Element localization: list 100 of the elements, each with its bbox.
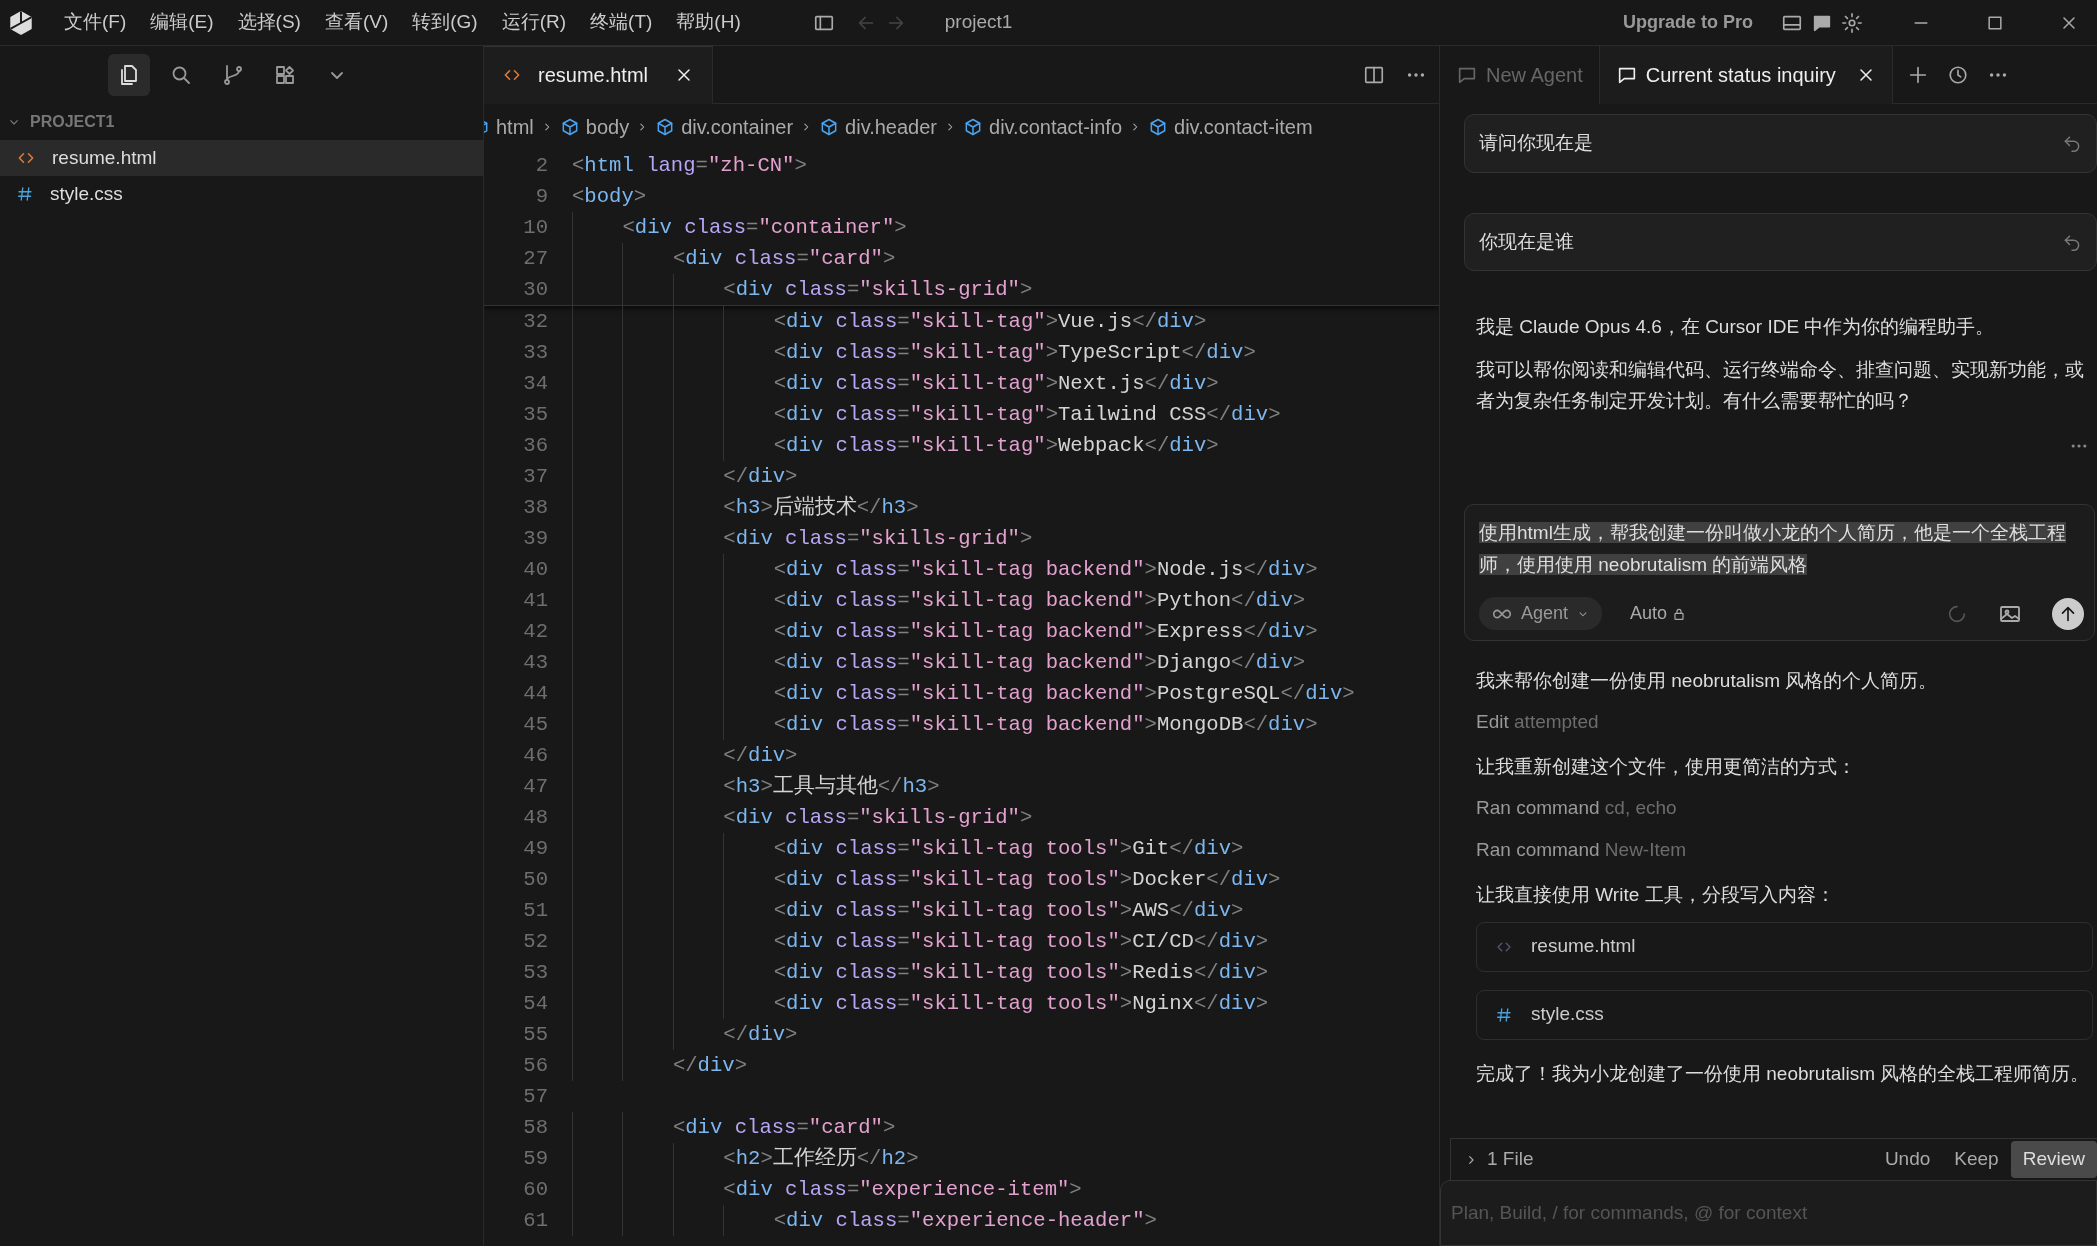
action-button[interactable]: Keep [1942,1141,2011,1178]
breadcrumb-item[interactable]: div.contact-info [963,112,1123,142]
action-button[interactable]: Undo [1872,1141,1943,1178]
tool-step[interactable]: Ran command New-Item [1476,836,1687,865]
menu-item[interactable]: 帮助(H) [664,8,753,37]
file-name: resume.html [1531,934,1636,959]
line-number: 35 [522,402,549,428]
code-line: <div class="container"> [572,212,907,243]
code-line: <h3>工具与其他</h3> [572,771,940,802]
code-line: </div> [572,1019,798,1050]
line-number: 43 [522,650,549,676]
code-line: <div class="skill-tag backend">Django</div> [572,647,1306,678]
code-line: <h3>后端技术</h3> [572,492,919,523]
line-number: 40 [522,557,549,583]
undo-icon[interactable] [2062,133,2082,154]
agent-tab[interactable]: Current status inquiry [1599,45,1893,104]
line-number: 32 [522,309,549,335]
code-line: <div class="experience-header"> [572,1205,1157,1236]
line-number: 49 [522,836,549,862]
line-number: 58 [522,1115,549,1141]
breadcrumb-item[interactable]: html [484,112,534,142]
code-line: <div class="skills-grid"> [572,523,1033,554]
code-line: <div class="skill-tag backend">Express</div> [572,616,1318,647]
folder-name[interactable]: PROJECT1 [30,110,115,134]
mode-dropdown[interactable]: Agent [1479,597,1603,630]
chat-input[interactable]: Plan, Build, / for commands, @ for context [1440,1180,2097,1246]
code-line: <div class="skill-tag tools">AWS</div> [572,895,1244,926]
line-number: 47 [522,774,549,800]
line-number: 38 [522,495,549,521]
code-line: <div class="experience-item"> [572,1174,1082,1205]
line-number: 33 [522,340,549,366]
upgrade-link[interactable]: Upgrade to Pro [1611,9,1765,36]
line-number: 46 [522,743,549,769]
menu-item[interactable]: 选择(S) [225,8,313,37]
breadcrumb-item[interactable]: div.contact-item [1148,112,1313,142]
code-line: <div class="skills-grid"> [572,802,1033,833]
app-logo [8,9,34,36]
file-item[interactable]: style.css [0,176,483,212]
code-line: <div class="skill-tag tools">Docker</div> [572,864,1281,895]
line-number: 36 [522,433,549,459]
branch-icon[interactable] [221,63,245,87]
line-number: 59 [522,1146,549,1172]
changed-files-toggle[interactable]: 1 File [1451,1141,1546,1178]
user-message: 请问你现在是 [1464,114,2097,173]
code-line: <div class="card"> [572,243,896,274]
line-number: 2 [534,153,549,179]
menu-item[interactable]: 终端(T) [578,8,665,37]
line-number: 45 [522,712,549,738]
line-number: 41 [522,588,549,614]
line-number: 39 [522,526,549,552]
code-line: <div class="card"> [572,1112,896,1143]
line-number: 44 [522,681,549,707]
action-button[interactable]: Review [2010,1141,2097,1178]
extensions-icon[interactable] [273,63,297,87]
breadcrumb-item[interactable]: div.header [819,112,937,142]
breadcrumb-item[interactable]: div.container [655,112,794,142]
assistant-text: 我来帮你创建一份使用 neobrutalism 风格的个人简历。 [1476,669,1939,693]
assistant-text: 我可以帮你阅读和编辑代码、运行终端命令、排查问题、实现新功能，或者为复杂任务制定开发计划。有什么需要帮忙的吗？ [1476,358,2085,413]
code-line: <div class="skill-tag">TypeScript</div> [572,337,1256,368]
tool-step[interactable]: Ran command cd, echo [1476,793,1677,822]
code-line: <html lang="zh-CN"> [572,153,807,179]
code-line: <div class="skill-tag">Vue.js</div> [572,306,1207,337]
project-title: project1 [944,10,1013,35]
file-name: style.css [1531,1002,1604,1027]
line-number: 9 [534,184,549,210]
line-number: 30 [522,277,549,303]
line-number: 53 [522,960,549,986]
code-line: <h2>工作经历</h2> [572,1143,919,1174]
code-line: <div class="skill-tag tools">Git</div> [572,833,1244,864]
assistant-text: 完成了！我为小龙创建了一份使用 neobrutalism 风格的全栈工程师简历。 [1476,1061,2091,1086]
code-line: <div class="skills-grid"> [572,274,1033,305]
code-line: </div> [572,461,798,492]
line-number: 10 [522,215,549,241]
code-line: <div class="skill-tag">Webpack</div> [572,430,1219,461]
line-number: 37 [522,464,549,490]
menu-item[interactable]: 文件(F) [52,8,139,37]
menu-item[interactable]: 运行(R) [489,8,579,37]
menu-item[interactable]: 转到(G) [400,8,490,37]
menu-item[interactable]: 查看(V) [312,8,401,37]
line-number: 52 [522,929,549,955]
line-number: 56 [522,1053,549,1079]
line-number: 57 [522,1084,549,1110]
line-number: 27 [522,246,549,272]
code-line: <body> [572,184,647,210]
line-number: 48 [522,805,549,831]
file-item[interactable]: resume.html [0,140,483,176]
model-selector[interactable]: Auto [1618,597,1700,630]
code-line: <div class="skill-tag tools">Nginx</div> [572,988,1269,1019]
history-icon[interactable] [1946,63,1969,86]
code-line: </div> [572,1050,748,1081]
line-number: 34 [522,371,549,397]
file-card[interactable]: style.css [1476,989,2093,1040]
file-card[interactable]: resume.html [1476,921,2093,972]
menu-item[interactable]: 编辑(E) [138,8,226,37]
breadcrumb-item[interactable]: body [559,112,630,142]
line-number: 55 [522,1022,549,1048]
editor-tab[interactable]: resume.html [484,45,714,104]
tool-step[interactable]: Edit attempted [1476,708,1599,737]
code-line: <div class="skill-tag">Next.js</div> [572,368,1219,399]
hash-icon [1495,1005,1513,1024]
